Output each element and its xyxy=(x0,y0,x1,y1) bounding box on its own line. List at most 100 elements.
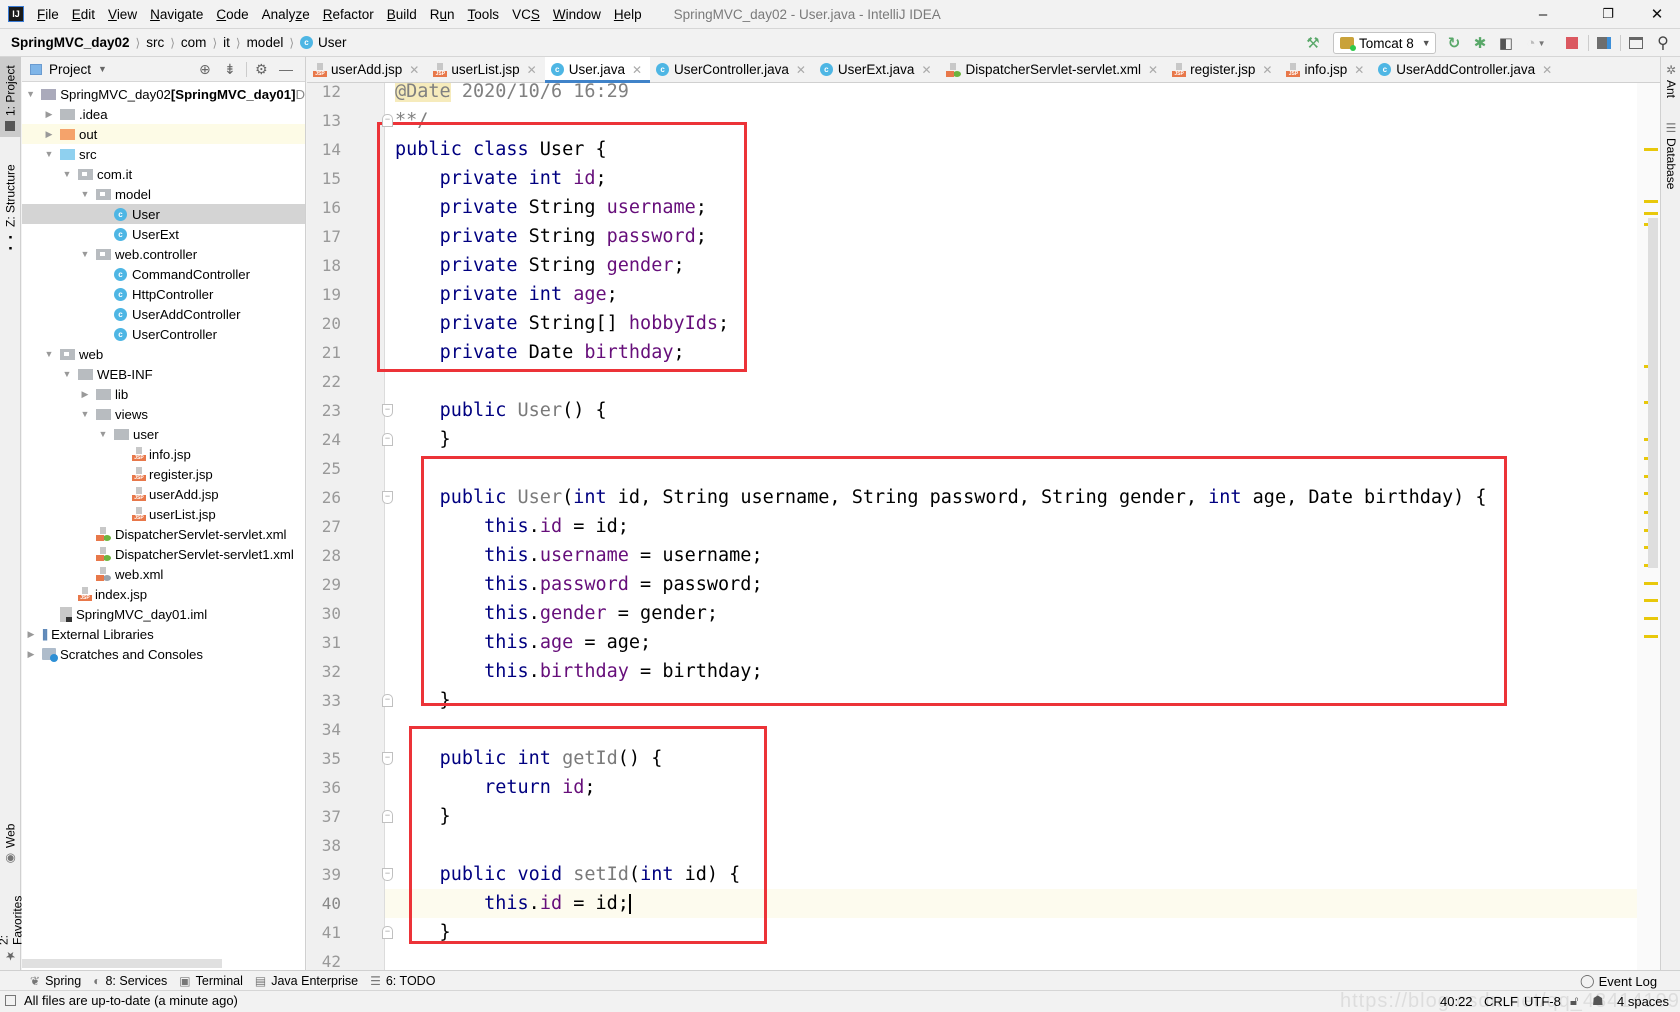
tree-item[interactable]: ▶ Scratches and Consoles xyxy=(22,644,305,664)
collapsed-arrow-icon[interactable]: ▶ xyxy=(26,649,36,660)
tool-window-spring[interactable]: ❦ Spring xyxy=(30,974,81,988)
tree-item[interactable]: DispatcherServlet-servlet.xml xyxy=(22,524,305,544)
indent-setting[interactable]: 4 spaces xyxy=(1617,991,1669,1011)
warning-stripe-mark[interactable] xyxy=(1644,582,1658,585)
warning-stripe-mark[interactable] xyxy=(1644,212,1658,215)
code-line[interactable]: public User() { xyxy=(395,396,607,425)
editor-tab[interactable]: info.jsp ✕ xyxy=(1280,57,1372,82)
menu-navigate[interactable]: Navigate xyxy=(150,7,203,22)
expand-arrow-icon[interactable]: ▼ xyxy=(62,169,72,179)
locate-icon[interactable]: ⊕ xyxy=(199,61,211,78)
tree-item[interactable]: userAdd.jsp xyxy=(22,484,305,504)
collapsed-arrow-icon[interactable]: ▶ xyxy=(44,109,54,120)
close-tab-icon[interactable]: ✕ xyxy=(409,63,419,77)
expand-arrow-icon[interactable]: ▼ xyxy=(80,189,90,199)
hammer-icon[interactable]: ⚒ xyxy=(1302,32,1324,54)
tree-item[interactable]: ▼ SpringMVC_day02 [SpringMVC_day01] D xyxy=(22,84,305,104)
gear-icon[interactable]: ⚙ xyxy=(255,61,268,78)
editor-tab[interactable]: userList.jsp ✕ xyxy=(427,57,544,82)
collapse-all-icon[interactable]: ⇟ xyxy=(224,61,236,78)
rerun-icon[interactable]: ↻ xyxy=(1444,32,1464,54)
tree-item[interactable]: c User xyxy=(22,204,305,224)
close-tab-icon[interactable]: ✕ xyxy=(1262,63,1272,77)
tool-window-terminal[interactable]: ▣ Terminal xyxy=(179,974,243,988)
collapsed-arrow-icon[interactable]: ▶ xyxy=(80,389,90,400)
code-editor[interactable]: 12 13 14 15 16 17 18 19 20 21 22 23 24 25 26 27 28 29 30 31… xyxy=(307,83,1660,970)
warning-stripe-mark[interactable] xyxy=(1644,617,1658,620)
code-line[interactable]: } xyxy=(395,425,451,454)
tree-item[interactable]: ▼ user xyxy=(22,424,305,444)
tree-item[interactable]: info.jsp xyxy=(22,444,305,464)
lock-icon[interactable]: 🔓︎ xyxy=(1570,991,1578,1011)
editor-tab[interactable]: userAdd.jsp ✕ xyxy=(307,57,427,82)
tree-item[interactable]: ▶ ||| External Libraries xyxy=(22,624,305,644)
terminal-icon[interactable] xyxy=(1626,32,1646,54)
menu-edit[interactable]: Edit xyxy=(72,7,95,22)
collapsed-arrow-icon[interactable]: ▶ xyxy=(44,129,54,140)
menu-build[interactable]: Build xyxy=(387,7,417,22)
fold-end-icon[interactable]: − xyxy=(382,926,393,939)
close-tab-icon[interactable]: ✕ xyxy=(796,63,806,77)
tool-tab-web[interactable]: ◉ Web xyxy=(0,812,21,872)
menu-refactor[interactable]: Refactor xyxy=(323,7,374,22)
profile-icon[interactable]: ◔ ▼ xyxy=(1522,32,1550,54)
fold-end-icon[interactable]: − xyxy=(382,810,393,823)
fold-end-icon[interactable]: − xyxy=(382,694,393,707)
tree-item[interactable]: ▼ views xyxy=(22,404,305,424)
chevron-down-icon[interactable]: ▼ xyxy=(98,64,107,74)
tree-item[interactable]: ▼ src xyxy=(22,144,305,164)
coverage-icon[interactable]: ◧ xyxy=(1496,32,1516,54)
tree-item[interactable]: ▼ model xyxy=(22,184,305,204)
vertical-scrollbar[interactable] xyxy=(1648,218,1658,568)
event-log-button[interactable]: ◯ Event Log xyxy=(1580,971,1657,991)
expand-arrow-icon[interactable]: ▼ xyxy=(44,149,54,159)
close-tab-icon[interactable]: ✕ xyxy=(1148,63,1158,77)
tree-item[interactable]: index.jsp xyxy=(22,584,305,604)
tool-tab-database[interactable]: ☰ Database xyxy=(1661,117,1680,197)
fold-collapse-icon[interactable]: − xyxy=(382,491,393,504)
minimize-button[interactable]: – xyxy=(1520,0,1566,28)
bug-icon[interactable]: ✱ xyxy=(1470,32,1490,54)
close-tab-icon[interactable]: ✕ xyxy=(527,63,537,77)
fold-collapse-icon[interactable]: − xyxy=(382,752,393,765)
caret-position[interactable]: 40:22 xyxy=(1440,991,1473,1011)
tree-item[interactable]: ▶ .idea xyxy=(22,104,305,124)
close-tab-icon[interactable]: ✕ xyxy=(1542,63,1552,77)
expand-arrow-icon[interactable]: ▼ xyxy=(62,369,72,379)
expand-arrow-icon[interactable]: ▼ xyxy=(44,349,54,359)
tree-item[interactable]: c UserController xyxy=(22,324,305,344)
tool-window-java-enterprise[interactable]: ▤ Java Enterprise xyxy=(255,974,358,988)
menu-run[interactable]: Run xyxy=(430,7,455,22)
warning-stripe-mark[interactable] xyxy=(1644,599,1658,602)
editor-tab[interactable]: c UserController.java ✕ xyxy=(650,57,814,82)
expand-arrow-icon[interactable]: ▼ xyxy=(80,409,90,419)
tree-item[interactable]: ▼ web xyxy=(22,344,305,364)
tool-window-services[interactable]: ◐ 8: Services xyxy=(93,974,167,988)
search-icon[interactable]: ⚲ xyxy=(1652,32,1674,54)
tree-item[interactable]: c CommandController xyxy=(22,264,305,284)
close-tab-icon[interactable]: ✕ xyxy=(1354,63,1364,77)
menu-file[interactable]: File xyxy=(37,7,59,22)
breadcrumb-item[interactable]: c User xyxy=(300,35,347,50)
expand-arrow-icon[interactable]: ▼ xyxy=(26,89,35,99)
tree-item[interactable]: ▶ lib xyxy=(22,384,305,404)
tool-tab-structure[interactable]: ▪▪ Z: Structure xyxy=(0,149,21,259)
horizontal-scrollbar[interactable] xyxy=(22,959,222,968)
inspector-icon[interactable]: ☗ xyxy=(1592,991,1604,1011)
close-window-button[interactable]: ✕ xyxy=(1634,0,1680,28)
tree-item[interactable]: c UserExt xyxy=(22,224,305,244)
tree-item[interactable]: register.jsp xyxy=(22,464,305,484)
warning-stripe-mark[interactable] xyxy=(1644,148,1658,151)
menu-code[interactable]: Code xyxy=(216,7,248,22)
fold-end-icon[interactable]: − xyxy=(382,114,393,127)
editor-tab[interactable]: DispatcherServlet-servlet.xml ✕ xyxy=(940,57,1167,82)
menu-window[interactable]: Window xyxy=(553,7,601,22)
menu-tools[interactable]: Tools xyxy=(468,7,500,22)
maximize-button[interactable]: ❐ xyxy=(1585,0,1631,28)
tree-item[interactable]: ▶ out xyxy=(22,124,305,144)
tree-item[interactable]: c UserAddController xyxy=(22,304,305,324)
menu-vcs[interactable]: VCS xyxy=(512,7,540,22)
fold-end-icon[interactable]: − xyxy=(382,433,393,446)
tree-item[interactable]: web.xml xyxy=(22,564,305,584)
tool-tab-favorites[interactable]: ★ 2: Favorites xyxy=(0,879,25,969)
